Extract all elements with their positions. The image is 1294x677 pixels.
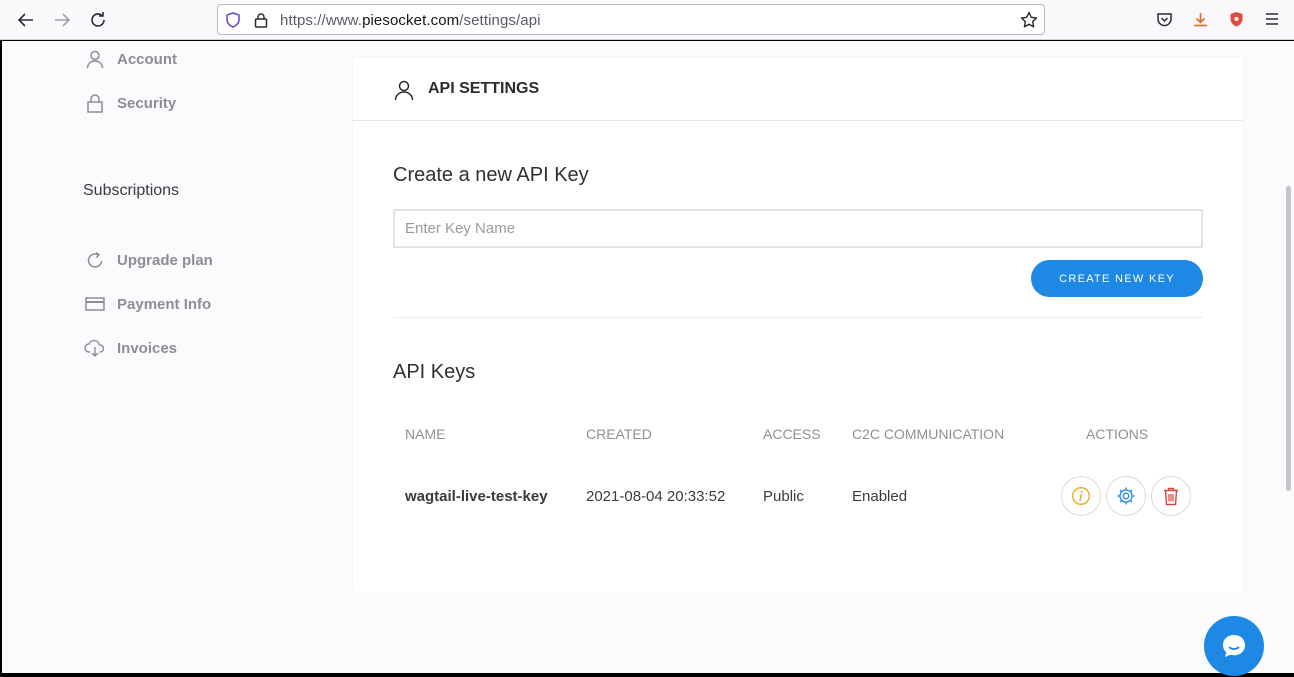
column-header-name: NAME xyxy=(405,426,446,442)
api-settings-card: API SETTINGS Create a new API Key CREATE… xyxy=(353,57,1243,592)
sidebar-item-label: Invoices xyxy=(117,339,178,357)
pocket-icon[interactable] xyxy=(1154,9,1174,29)
scrollbar-thumb[interactable] xyxy=(1286,186,1291,491)
key-delete-button[interactable] xyxy=(1151,476,1191,516)
forward-button[interactable] xyxy=(50,8,74,32)
create-key-title: Create a new API Key xyxy=(393,164,589,186)
forward-arrow-icon xyxy=(55,13,71,27)
brave-shield-icon[interactable] xyxy=(1226,9,1246,29)
gear-icon xyxy=(1117,487,1135,505)
trash-icon xyxy=(1164,487,1178,506)
cloud-download-icon xyxy=(84,337,106,359)
reload-icon xyxy=(91,12,105,27)
bookmark-star-icon[interactable] xyxy=(1020,11,1038,29)
sidebar-item-upgrade-plan[interactable]: Upgrade plan xyxy=(84,248,213,272)
key-settings-button[interactable] xyxy=(1106,476,1146,516)
column-header-access: ACCESS xyxy=(763,426,821,442)
url-text: https://www.piesocket.com/settings/api xyxy=(280,12,541,29)
back-arrow-icon xyxy=(17,13,33,27)
column-header-created: CREATED xyxy=(586,426,652,442)
create-new-key-button[interactable]: CREATE NEW KEY xyxy=(1031,260,1203,297)
back-button[interactable] xyxy=(14,8,38,32)
chat-widget-button[interactable] xyxy=(1204,616,1264,676)
sidebar-item-label: Payment Info xyxy=(117,295,212,313)
key-name-input[interactable] xyxy=(393,209,1203,248)
menu-icon[interactable] xyxy=(1262,9,1282,29)
column-header-c2c: C2C COMMUNICATION xyxy=(852,426,1005,442)
reload-button[interactable] xyxy=(86,8,110,32)
card-header: API SETTINGS xyxy=(353,57,1243,121)
key-name-cell: wagtail-live-test-key xyxy=(405,488,548,505)
chat-icon xyxy=(1223,635,1245,657)
scrollbar[interactable] xyxy=(1283,41,1294,673)
user-icon xyxy=(394,80,414,101)
column-header-actions: ACTIONS xyxy=(1086,426,1149,442)
sidebar-item-invoices[interactable]: Invoices xyxy=(84,336,177,360)
sidebar-item-account[interactable]: Account xyxy=(84,47,177,71)
access-cell: Public xyxy=(763,488,804,505)
created-cell: 2021-08-04 20:33:52 xyxy=(586,488,726,505)
lock-icon[interactable] xyxy=(252,11,270,29)
c2c-cell: Enabled xyxy=(852,488,908,505)
page-content: Account Security Subscriptions Upgrade p… xyxy=(2,41,1283,673)
browser-toolbar: https://www.piesocket.com/settings/api xyxy=(0,0,1294,40)
sidebar-item-security[interactable]: Security xyxy=(84,91,176,115)
sidebar-item-label: Account xyxy=(117,50,177,68)
lock-icon xyxy=(84,92,106,114)
info-icon xyxy=(1072,487,1090,505)
user-icon xyxy=(84,48,106,70)
refresh-icon xyxy=(84,249,106,271)
sidebar-item-label: Upgrade plan xyxy=(117,251,213,269)
credit-card-icon xyxy=(84,293,106,315)
page-title: API SETTINGS xyxy=(428,80,540,97)
download-icon[interactable] xyxy=(1190,9,1210,29)
tracking-shield-icon[interactable] xyxy=(224,11,242,29)
sidebar-item-label: Security xyxy=(117,94,177,112)
sidebar-item-payment-info[interactable]: Payment Info xyxy=(84,292,211,316)
divider xyxy=(393,317,1203,318)
subscriptions-heading: Subscriptions xyxy=(83,182,180,199)
url-bar[interactable]: https://www.piesocket.com/settings/api xyxy=(217,4,1045,35)
key-info-button[interactable] xyxy=(1061,476,1101,516)
api-keys-title: API Keys xyxy=(393,361,476,383)
